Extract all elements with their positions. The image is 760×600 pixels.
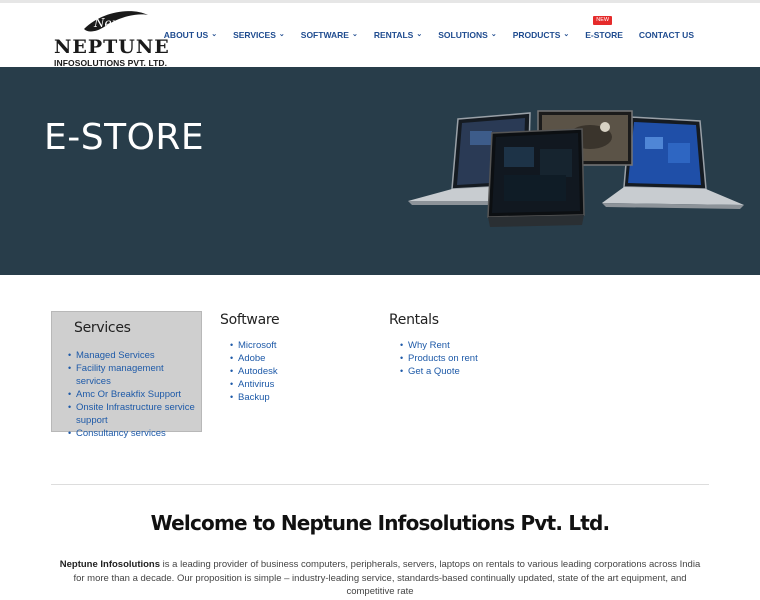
intro-text: is a leading provider of business comput… — [73, 559, 701, 597]
logo-swoosh-icon: Neptune — [84, 11, 148, 32]
chevron-down-icon: ⌄ — [416, 31, 423, 38]
bullet-icon: • — [230, 366, 234, 376]
list-item[interactable]: • Managed Services — [68, 349, 200, 362]
list-item[interactable]: • Onsite Infrastructure service support — [68, 401, 200, 427]
software-menu: Software • Microsoft • Adobe • Autodesk • An… — [220, 312, 370, 404]
list-item[interactable]: • Why Rent — [400, 339, 539, 352]
services-menu: Services • Managed Services • Facility man… — [51, 311, 202, 439]
chevron-down-icon: ⌄ — [351, 31, 358, 38]
rentals-menu: Rentals • Why Rent • Products on rent • Get… — [389, 312, 539, 378]
nav-contact-us[interactable]: CONTACT US — [631, 30, 702, 40]
laptops-image — [408, 110, 744, 227]
nav-solutions[interactable]: SOLUTIONS ⌄ — [430, 30, 504, 40]
hero-title: E-STORE — [44, 117, 205, 158]
list-item[interactable]: • Antivirus — [230, 378, 370, 391]
section-divider — [51, 484, 709, 485]
bullet-icon: • — [68, 428, 72, 438]
intro-company-name: Neptune Infosolutions — [59, 559, 161, 570]
rentals-heading: Rentals — [389, 312, 439, 328]
bullet-icon: • — [400, 340, 404, 350]
nav-services[interactable]: SERVICES ⌄ — [225, 30, 293, 40]
welcome-heading: Welcome to Neptune Infosolutions Pvt. Lt… — [150, 511, 611, 535]
list-item[interactable]: • Get a Quote — [400, 365, 539, 378]
bullet-icon: • — [230, 340, 234, 350]
bullet-icon: • — [230, 392, 234, 402]
nav-e-store[interactable]: NEW E-STORE — [577, 16, 631, 40]
list-item[interactable]: • Consultancy services — [68, 427, 200, 440]
chevron-down-icon: ⌄ — [211, 31, 218, 38]
bullet-icon: • — [230, 379, 234, 389]
bullet-icon: • — [68, 389, 72, 399]
nav-rentals[interactable]: RENTALS ⌄ — [366, 30, 430, 40]
bullet-icon: • — [230, 353, 234, 363]
list-item[interactable]: • Products on rent — [400, 352, 539, 365]
rentals-list: • Why Rent • Products on rent • Get a Quote — [400, 339, 539, 378]
logo-name: NEPTUNE — [54, 36, 170, 58]
chevron-down-icon: ⌄ — [278, 31, 285, 38]
list-item[interactable]: • Backup — [230, 391, 370, 404]
nav-products[interactable]: PRODUCTS ⌄ — [505, 30, 578, 40]
main-nav: ABOUT US ⌄ SERVICES ⌄ SOFTWARE ⌄ RENTALS ⌄ S… — [156, 3, 702, 67]
bullet-icon: • — [68, 402, 72, 412]
bullet-icon: • — [68, 350, 72, 360]
list-item[interactable]: • Facility management services — [68, 362, 200, 388]
bullet-icon: • — [68, 363, 72, 373]
software-list: • Microsoft • Adobe • Autodesk • Antivirus •… — [230, 339, 370, 404]
chevron-down-icon: ⌄ — [563, 31, 570, 38]
logo-script-text: Neptune — [93, 16, 147, 30]
list-item[interactable]: • Autodesk — [230, 365, 370, 378]
list-item[interactable]: • Microsoft — [230, 339, 370, 352]
list-item[interactable]: • Amc Or Breakfix Support — [68, 388, 200, 401]
software-heading: Software — [220, 312, 280, 328]
list-item[interactable]: • Adobe — [230, 352, 370, 365]
services-heading: Services — [74, 320, 131, 336]
hero-banner: E-STORE — [0, 67, 760, 275]
services-list: • Managed Services • Facility management s… — [68, 349, 200, 440]
nav-software[interactable]: SOFTWARE ⌄ — [293, 30, 366, 40]
chevron-down-icon: ⌄ — [490, 31, 497, 38]
intro-paragraph: Neptune Infosolutions is a leading provi… — [54, 558, 706, 599]
new-badge: NEW — [593, 16, 613, 25]
nav-about-us[interactable]: ABOUT US ⌄ — [156, 30, 225, 40]
bullet-icon: • — [400, 353, 404, 363]
bullet-icon: • — [400, 366, 404, 376]
site-logo[interactable]: Neptune NEPTUNE INFOSOLUTIONS PVT. LTD. — [54, 9, 169, 68]
site-header: Neptune NEPTUNE INFOSOLUTIONS PVT. LTD. … — [0, 3, 760, 68]
